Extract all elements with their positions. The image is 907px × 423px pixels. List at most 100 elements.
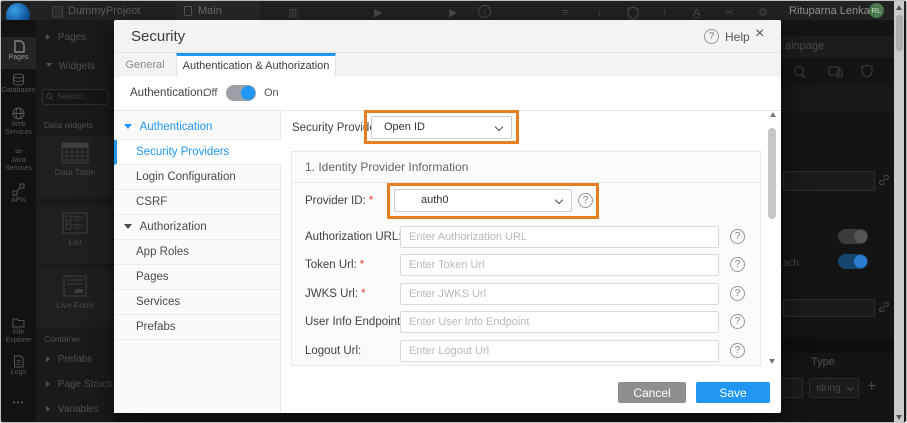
shield-outline-icon[interactable] bbox=[861, 64, 873, 78]
import-icon[interactable]: ↓ bbox=[597, 6, 603, 20]
jwks-url-input[interactable] bbox=[400, 283, 719, 305]
tree-item-prefabs[interactable]: Prefabs bbox=[36, 354, 114, 365]
variable-name-input[interactable] bbox=[781, 378, 803, 398]
bound-property-input-2[interactable] bbox=[783, 299, 875, 317]
widget-search-input[interactable]: Search... bbox=[42, 89, 108, 105]
scissors-icon[interactable]: ✂ bbox=[725, 6, 734, 20]
nav-item-app-roles[interactable]: App Roles bbox=[114, 240, 281, 265]
highlight-box-security-provider bbox=[364, 110, 519, 144]
user-name[interactable]: Rituparna Lenka bbox=[789, 5, 870, 17]
user-info-endpoint-input[interactable] bbox=[400, 311, 719, 333]
help-link[interactable]: Help bbox=[725, 30, 750, 44]
nav-item-login-configuration[interactable]: Login Configuration bbox=[114, 165, 281, 190]
chevron-right-icon bbox=[46, 381, 50, 387]
inspect-cursor-icon[interactable] bbox=[793, 65, 807, 79]
scrollbar-thumb[interactable] bbox=[895, 15, 903, 51]
tree-item-variables[interactable]: Variables bbox=[36, 404, 114, 415]
attach-label: ach bbox=[783, 258, 800, 269]
authentication-toggle[interactable] bbox=[226, 85, 256, 101]
form-scrollbar[interactable] bbox=[767, 112, 778, 364]
rail-item-databases[interactable]: Databases bbox=[1, 73, 36, 95]
property-toggle-off[interactable] bbox=[838, 229, 868, 244]
identity-provider-section: 1. Identity Provider Information Provide… bbox=[291, 151, 761, 366]
close-project-icon[interactable]: × bbox=[134, 4, 141, 18]
token-url-input[interactable] bbox=[400, 254, 719, 276]
project-icon bbox=[52, 6, 63, 18]
help-icon[interactable]: ? bbox=[704, 29, 719, 44]
nav-item-csrf[interactable]: CSRF bbox=[114, 190, 281, 215]
avatar[interactable]: RL bbox=[869, 3, 884, 18]
tab-main-label: Main bbox=[198, 5, 222, 17]
help-icon[interactable]: ? bbox=[730, 286, 745, 301]
tab-authentication-authorization[interactable]: Authentication & Authorization bbox=[176, 53, 336, 77]
nav-section-authentication[interactable]: Authentication bbox=[114, 115, 281, 140]
chevron-right-icon bbox=[46, 356, 50, 362]
tab-main[interactable]: Main bbox=[176, 1, 260, 20]
data-table-icon bbox=[61, 142, 89, 164]
nav-item-prefabs[interactable]: Prefabs bbox=[114, 315, 281, 340]
preview-video-icon[interactable]: ▶ bbox=[374, 6, 382, 20]
deploy-cloud-icon[interactable]: ↑ bbox=[478, 5, 491, 18]
live-form-icon bbox=[63, 275, 87, 297]
scroll-up-icon[interactable] bbox=[769, 112, 776, 117]
dialog-title: Security bbox=[131, 28, 186, 45]
rail-more-icon[interactable]: ••• bbox=[1, 398, 36, 407]
rail-item-file-explorer[interactable]: File Explorer bbox=[1, 317, 36, 345]
authorization-url-input[interactable] bbox=[400, 226, 719, 248]
menu-lines-icon[interactable]: ≡ bbox=[562, 6, 568, 20]
api-nodes-icon bbox=[12, 183, 25, 196]
property-toggle-on[interactable] bbox=[838, 254, 868, 269]
wavemaker-logo-icon[interactable] bbox=[6, 3, 30, 20]
close-icon[interactable]: × bbox=[755, 25, 764, 43]
devices-icon[interactable] bbox=[828, 66, 843, 78]
help-icon[interactable]: ? bbox=[730, 314, 745, 329]
rail-item-logs[interactable]: Logs bbox=[1, 355, 36, 377]
rail-item-apis[interactable]: APIs bbox=[1, 183, 36, 205]
page-name-bar: ainpage bbox=[781, 36, 894, 58]
pages-section-row[interactable]: Pages bbox=[36, 32, 114, 43]
nav-item-services[interactable]: Services bbox=[114, 290, 281, 315]
scrollbar-thumb[interactable] bbox=[768, 128, 776, 219]
nav-section-authorization[interactable]: Authorization bbox=[114, 215, 281, 240]
export-icon[interactable]: ↑ bbox=[662, 6, 668, 20]
type-column-header: Type bbox=[811, 356, 835, 368]
rail-item-pages[interactable]: Pages bbox=[1, 37, 36, 69]
add-variable-button[interactable]: + bbox=[867, 378, 876, 396]
help-icon[interactable]: ? bbox=[730, 343, 745, 358]
app-scrollbar[interactable] bbox=[894, 1, 904, 422]
scroll-up-icon[interactable] bbox=[896, 5, 902, 10]
link-icon[interactable] bbox=[878, 301, 890, 313]
nav-item-security-providers[interactable]: Security Providers bbox=[114, 140, 281, 165]
type-select[interactable]: string bbox=[809, 378, 859, 398]
tree-item-page-structure[interactable]: Page Structure bbox=[36, 379, 114, 390]
security-dialog: Security ? Help × General Authentication… bbox=[114, 20, 781, 413]
rail-item-java-services[interactable]: ☕ Java Services bbox=[1, 145, 36, 173]
split-view-icon[interactable]: ▥ bbox=[288, 6, 298, 20]
list-icon bbox=[62, 212, 88, 234]
shield-icon[interactable] bbox=[627, 6, 639, 20]
user-info-endpoint-label: User Info Endpoint:* bbox=[305, 316, 411, 328]
scroll-down-icon[interactable] bbox=[768, 359, 775, 364]
logout-url-input[interactable] bbox=[400, 340, 719, 362]
help-icon[interactable]: ? bbox=[730, 257, 745, 272]
run-icon[interactable]: ▶ bbox=[449, 6, 457, 20]
rail-item-web-services[interactable]: Web Services bbox=[1, 107, 36, 137]
chevron-down-icon bbox=[846, 383, 855, 392]
widget-tile-list[interactable]: List bbox=[36, 206, 114, 264]
database-icon bbox=[13, 73, 24, 86]
widget-tile-live-form[interactable]: Live Form bbox=[36, 269, 114, 327]
save-button[interactable]: Save bbox=[696, 382, 770, 403]
link-icon[interactable] bbox=[878, 174, 890, 186]
nav-item-pages[interactable]: Pages bbox=[114, 265, 281, 290]
widgets-section-row[interactable]: Widgets bbox=[36, 61, 114, 72]
cancel-button[interactable]: Cancel bbox=[618, 382, 686, 403]
widget-tile-data-table[interactable]: Data Table bbox=[36, 136, 114, 198]
tab-general[interactable]: General bbox=[114, 53, 176, 77]
help-icon[interactable]: ? bbox=[730, 229, 745, 244]
dialog-tabs: General Authentication & Authorization bbox=[114, 53, 781, 77]
bound-property-input[interactable] bbox=[783, 171, 875, 191]
scroll-down-icon[interactable] bbox=[895, 415, 902, 420]
coffee-cup-icon: ☕ bbox=[13, 144, 24, 156]
translate-icon[interactable]: A bbox=[693, 6, 700, 20]
settings-gear-icon[interactable]: ⚙ bbox=[758, 6, 768, 20]
